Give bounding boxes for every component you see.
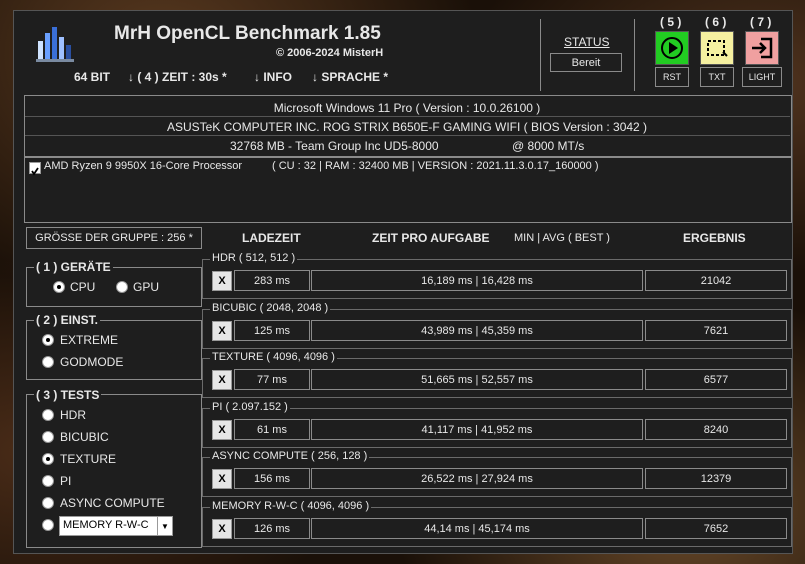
app-title: MrH OpenCL Benchmark 1.85	[114, 23, 381, 44]
hdr-label: HDR	[60, 408, 86, 422]
rst-label[interactable]: RST	[655, 67, 689, 87]
bits-label: 64 BIT	[74, 70, 111, 84]
chevron-down-icon[interactable]: ▼	[157, 517, 172, 535]
pi-radio[interactable]	[42, 475, 54, 487]
einst-title: ( 2 ) EINST.	[34, 313, 101, 327]
time-per-task: 43,989 ms | 45,359 ms	[311, 320, 643, 341]
score: 8240	[645, 419, 787, 440]
score: 7621	[645, 320, 787, 341]
time-per-task: 16,189 ms | 16,428 ms	[311, 270, 643, 291]
time-per-task: 41,117 ms | 41,952 ms	[311, 419, 643, 440]
godmode-label: GODMODE	[60, 355, 124, 369]
load-time: 77 ms	[234, 369, 310, 390]
clear-result-button[interactable]: X	[212, 420, 232, 440]
score: 21042	[645, 270, 787, 291]
godmode-radio[interactable]	[42, 356, 54, 368]
bicubic-radio[interactable]	[42, 431, 54, 443]
login-icon	[752, 37, 773, 59]
rst-button[interactable]	[655, 31, 689, 65]
load-time: 125 ms	[234, 320, 310, 341]
result-title: ASYNC COMPUTE ( 256, 128 )	[210, 450, 370, 462]
result-title: HDR ( 512, 512 )	[210, 252, 298, 264]
tests-title: ( 3 ) TESTS	[34, 388, 102, 402]
col-ergebnis: ERGEBNIS	[683, 231, 746, 245]
load-time: 61 ms	[234, 419, 310, 440]
einst-group	[26, 320, 202, 380]
status-value: Bereit	[550, 53, 622, 72]
memory-select-value: MEMORY R-W-C	[63, 519, 149, 531]
play-icon	[661, 37, 683, 59]
bicubic-label: BICUBIC	[60, 430, 109, 444]
load-time: 126 ms	[234, 518, 310, 539]
copyright: © 2006-2024 MisterH	[276, 47, 384, 59]
hdr-radio[interactable]	[42, 409, 54, 421]
cpu-label: CPU	[70, 280, 96, 294]
select-icon	[707, 40, 728, 57]
clear-result-button[interactable]: X	[212, 519, 232, 539]
txt-number: ( 6 )	[705, 15, 727, 29]
clear-result-button[interactable]: X	[212, 271, 232, 291]
divider	[540, 19, 541, 91]
result-title: TEXTURE ( 4096, 4096 )	[210, 351, 337, 363]
time-per-task: 44,14 ms | 45,174 ms	[311, 518, 643, 539]
os-info: Microsoft Windows 11 Pro ( Version : 10.…	[273, 101, 541, 115]
col-minavg: MIN | AVG ( BEST )	[514, 232, 610, 244]
gpu-radio[interactable]	[116, 281, 128, 293]
group-size-dropdown[interactable]: GRÖSSE DER GRUPPE : 256 *	[26, 227, 202, 249]
sprache-menu[interactable]: ↓ SPRACHE *	[312, 70, 388, 84]
device-details: ( CU : 32 | RAM : 32400 MB | VERSION : 2…	[272, 160, 599, 172]
load-time: 156 ms	[234, 468, 310, 489]
status-label: STATUS	[564, 35, 610, 49]
score: 6577	[645, 369, 787, 390]
result-title: BICUBIC ( 2048, 2048 )	[210, 302, 331, 314]
texture-label: TEXTURE	[60, 452, 117, 466]
geraete-title: ( 1 ) GERÄTE	[34, 260, 113, 274]
memory-speed: @ 8000 MT/s	[512, 139, 585, 153]
zeit-menu[interactable]: ↓ ( 4 ) ZEIT : 30s *	[128, 70, 227, 84]
extreme-label: EXTREME	[60, 333, 119, 347]
load-time: 283 ms	[234, 270, 310, 291]
clear-result-button[interactable]: X	[212, 370, 232, 390]
result-title: PI ( 2.097.152 )	[210, 401, 290, 413]
light-label[interactable]: LIGHT	[742, 67, 782, 87]
col-ladezeit: LADEZEIT	[242, 231, 301, 245]
col-zeit: ZEIT PRO AUFGABE	[372, 231, 490, 245]
cpu-radio[interactable]	[53, 281, 65, 293]
extreme-radio[interactable]	[42, 334, 54, 346]
rst-number: ( 5 )	[660, 15, 682, 29]
device-name: AMD Ryzen 9 9950X 16-Core Processor	[44, 160, 243, 172]
pi-label: PI	[60, 474, 72, 488]
gpu-label: GPU	[133, 280, 160, 294]
texture-radio[interactable]	[42, 453, 54, 465]
divider	[634, 19, 635, 91]
memory-test-select[interactable]: MEMORY R-W-C ▼	[59, 516, 173, 536]
memory-radio[interactable]	[42, 519, 54, 531]
score: 7652	[645, 518, 787, 539]
logo-icon	[36, 27, 74, 62]
info-menu[interactable]: ↓ INFO	[254, 70, 292, 84]
light-number: ( 7 )	[750, 15, 772, 29]
async-label: ASYNC COMPUTE	[60, 496, 165, 510]
txt-label[interactable]: TXT	[700, 67, 734, 87]
score: 12379	[645, 468, 787, 489]
device-checkbox[interactable]	[29, 162, 41, 176]
time-per-task: 51,665 ms | 52,557 ms	[311, 369, 643, 390]
clear-result-button[interactable]: X	[212, 469, 232, 489]
async-radio[interactable]	[42, 497, 54, 509]
time-per-task: 26,522 ms | 27,924 ms	[311, 468, 643, 489]
memory-info: 32768 MB - Team Group Inc UD5-8000	[230, 139, 439, 153]
benchmark-window: MrH OpenCL Benchmark 1.85 © 2006-2024 Mi…	[13, 10, 793, 554]
clear-result-button[interactable]: X	[212, 321, 232, 341]
txt-button[interactable]	[700, 31, 734, 65]
light-button[interactable]	[745, 31, 779, 65]
board-info: ASUSTeK COMPUTER INC. ROG STRIX B650E-F …	[166, 120, 648, 134]
result-title: MEMORY R-W-C ( 4096, 4096 )	[210, 500, 372, 512]
